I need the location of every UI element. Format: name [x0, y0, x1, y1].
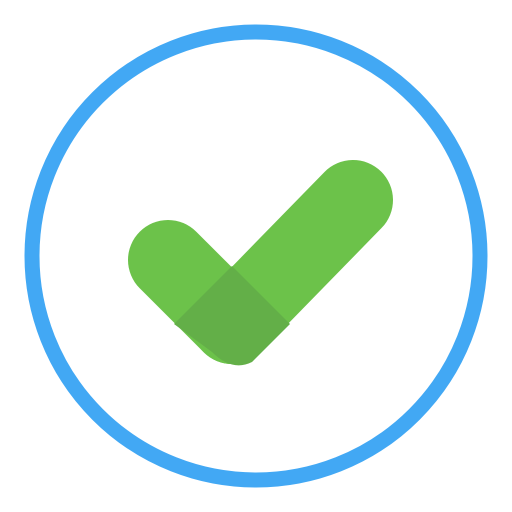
check-circle-icon	[24, 24, 488, 488]
app-icon	[0, 0, 512, 512]
